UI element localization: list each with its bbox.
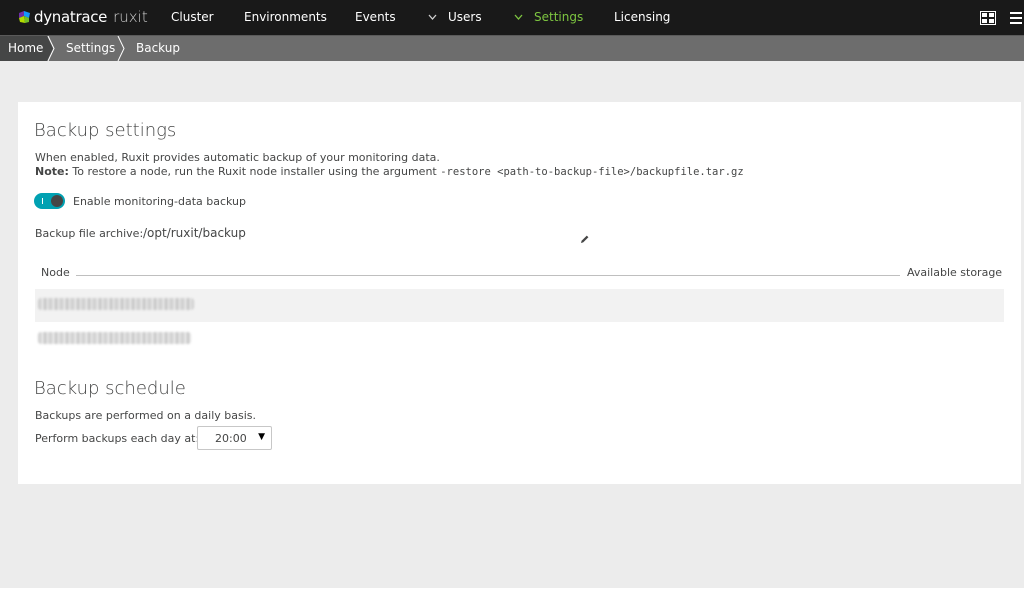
breadcrumb: Home Settings Backup — [0, 35, 1024, 62]
logo-product-text: ruxit — [113, 8, 148, 26]
column-header-available-storage[interactable]: Available storage — [907, 266, 1002, 279]
breadcrumb-home[interactable]: Home — [0, 36, 47, 61]
toggle-on-indicator — [42, 198, 43, 204]
backup-toggle-label: Enable monitoring-data backup — [73, 195, 247, 208]
backup-time-select[interactable]: 20:00 ▼ — [197, 426, 272, 450]
nav-cluster[interactable]: Cluster — [171, 0, 214, 35]
backup-toggle[interactable] — [34, 193, 65, 209]
nav-licensing[interactable]: Licensing — [614, 0, 670, 35]
note-label: Note: — [35, 165, 69, 178]
menu-icon[interactable] — [1010, 10, 1022, 24]
note-code: -restore <path-to-backup-file>/backupfil… — [440, 166, 744, 178]
dashboard-icon[interactable] — [980, 10, 996, 25]
backup-time-value: 20:00 — [215, 432, 247, 445]
breadcrumb-separator — [117, 35, 129, 62]
nav-users[interactable]: Users — [448, 0, 482, 35]
chevron-down-icon[interactable] — [428, 0, 437, 35]
chevron-down-icon[interactable] — [514, 0, 523, 35]
archive-label: Backup file archive: — [35, 227, 144, 240]
backup-schedule-title: Backup schedule — [34, 378, 186, 399]
breadcrumb-separator — [47, 35, 59, 62]
nav-environments[interactable]: Environments — [244, 0, 327, 35]
edit-pencil-icon[interactable] — [580, 229, 590, 243]
table-header-divider — [76, 275, 900, 276]
toggle-knob — [51, 195, 63, 207]
logo-brand-text: dynatrace — [34, 8, 108, 26]
nav-events[interactable]: Events — [355, 0, 396, 35]
schedule-description: Backups are performed on a daily basis. — [35, 409, 257, 422]
note-text: To restore a node, run the Ruxit node in… — [72, 165, 437, 178]
backup-settings-title: Backup settings — [34, 120, 177, 141]
redacted-node-name — [38, 298, 194, 310]
breadcrumb-settings[interactable]: Settings — [66, 36, 115, 61]
archive-path: /opt/ruxit/backup — [143, 226, 246, 240]
dynatrace-ruxit-logo[interactable]: dynatrace ruxit — [17, 8, 148, 26]
dynatrace-logo-icon — [17, 10, 32, 25]
breadcrumb-backup: Backup — [136, 41, 180, 55]
backup-description: When enabled, Ruxit provides automatic b… — [35, 151, 440, 164]
page-footer — [0, 588, 1024, 610]
top-navigation-bar: dynatrace ruxit Cluster Environments Eve… — [0, 0, 1024, 35]
backup-time-label: Perform backups each day at: — [35, 432, 200, 445]
redacted-node-name — [38, 332, 191, 344]
column-header-node[interactable]: Node — [41, 266, 70, 279]
restore-note: Note: To restore a node, run the Ruxit n… — [35, 165, 744, 178]
nav-settings[interactable]: Settings — [534, 0, 583, 35]
dropdown-arrow-icon: ▼ — [258, 432, 265, 442]
